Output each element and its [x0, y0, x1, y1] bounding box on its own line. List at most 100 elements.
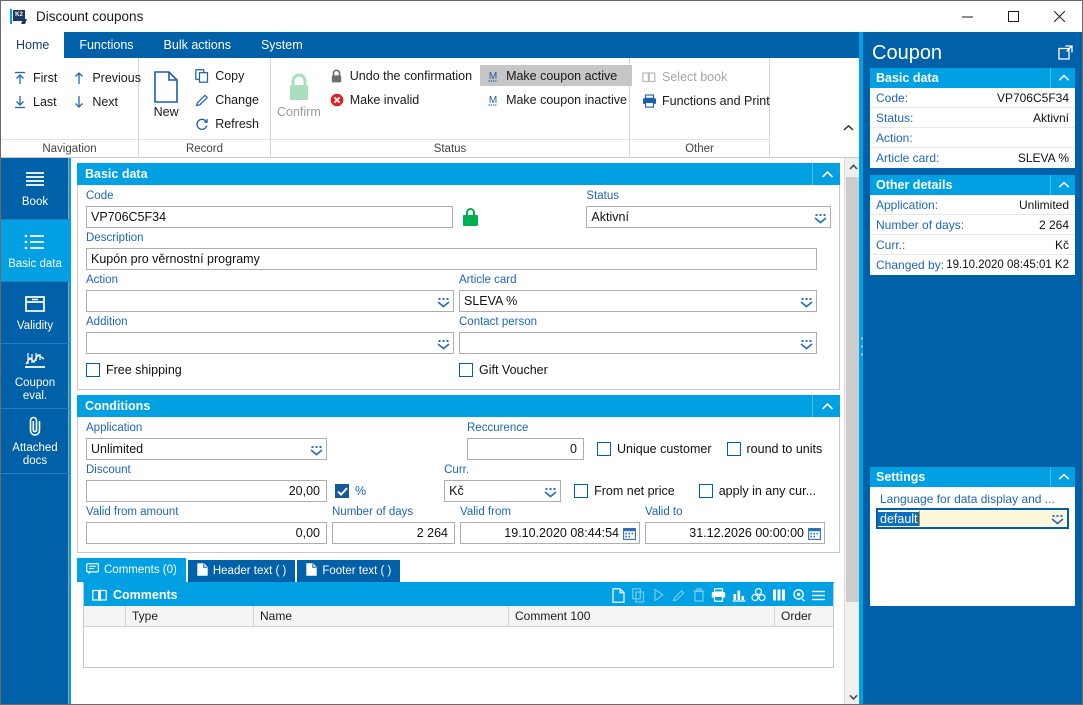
column-header-name[interactable]: Name: [254, 605, 509, 627]
column-header-type[interactable]: Type: [126, 605, 254, 627]
last-button[interactable]: Last: [7, 91, 62, 112]
gift-voucher-checkbox-box[interactable]: [459, 363, 473, 377]
panel-header-conditions[interactable]: Conditions: [77, 395, 840, 417]
refresh-button[interactable]: Refresh: [189, 113, 264, 134]
columns-icon[interactable]: [770, 587, 787, 604]
next-button[interactable]: Next: [66, 91, 146, 112]
checkbox-from-net-price[interactable]: From net price: [574, 480, 675, 502]
make-invalid-button[interactable]: Make invalid: [324, 89, 477, 110]
first-button[interactable]: First: [7, 67, 62, 88]
print-icon[interactable]: [710, 587, 727, 604]
input-article-card[interactable]: SLEVA %: [459, 290, 817, 312]
input-contact-person[interactable]: [459, 332, 817, 354]
tab-header-text[interactable]: Header text ( ): [187, 560, 296, 582]
right-card-header-other-details[interactable]: Other details: [870, 175, 1075, 195]
copy-button[interactable]: Copy: [189, 65, 264, 86]
right-card-collapse-settings[interactable]: [1050, 467, 1070, 487]
new-record-icon[interactable]: [610, 587, 627, 604]
input-description[interactable]: Kupón pro věrnostní programy: [86, 248, 817, 270]
tab-home[interactable]: Home: [1, 32, 65, 58]
input-valid-to[interactable]: 31.12.2026 00:00:00: [645, 522, 825, 544]
close-button[interactable]: [1036, 1, 1082, 32]
new-button[interactable]: New: [145, 63, 187, 133]
checkbox-round-to-units[interactable]: round to units: [726, 438, 822, 460]
functions-and-print-button[interactable]: Functions and Print: [636, 90, 775, 111]
tab-system[interactable]: System: [246, 32, 318, 58]
edit-pencil-icon[interactable]: [670, 587, 687, 604]
sidebar-item-coupon-eval[interactable]: Coupon eval.: [1, 344, 69, 409]
checkbox-unique-customer[interactable]: Unique customer: [597, 438, 712, 460]
molecule-icon[interactable]: [750, 587, 767, 604]
panel-collapse-conditions[interactable]: [812, 395, 834, 417]
input-addition[interactable]: [86, 332, 454, 354]
delete-trash-icon[interactable]: [690, 587, 707, 604]
undo-confirmation-button[interactable]: Undo the confirmation: [324, 65, 477, 86]
hamburger-menu-icon[interactable]: [810, 587, 827, 604]
unique-customer-checkbox-box[interactable]: [597, 442, 611, 456]
free-shipping-checkbox-box[interactable]: [86, 363, 100, 377]
play-icon[interactable]: [650, 587, 667, 604]
tab-comments[interactable]: Comments (0): [77, 558, 186, 582]
sidebar-item-attached-docs[interactable]: Attached docs: [1, 409, 69, 474]
minimize-button[interactable]: [944, 1, 990, 32]
sidebar-item-book[interactable]: Book: [1, 158, 69, 220]
panel-collapse-basic-data[interactable]: [812, 163, 834, 185]
ribbon-collapse-button[interactable]: [841, 121, 855, 135]
previous-button[interactable]: Previous: [66, 67, 146, 88]
application-window: K2 Discount coupons Home Functions Bulk …: [0, 0, 1083, 705]
sidebar-item-validity[interactable]: Validity: [1, 282, 69, 344]
dropdown-arrow-icon[interactable]: [798, 293, 814, 311]
checkbox-free-shipping[interactable]: Free shipping: [86, 359, 459, 381]
input-valid-from[interactable]: 19.10.2020 08:44:54: [460, 522, 640, 544]
tab-bulk-actions[interactable]: Bulk actions: [149, 32, 246, 58]
checkbox-apply-any-currency[interactable]: apply in any cur...: [698, 480, 816, 502]
calendar-icon[interactable]: [807, 526, 821, 541]
apply-any-currency-checkbox-box[interactable]: [698, 484, 713, 498]
percent-checkbox-box[interactable]: [335, 484, 349, 498]
checkbox-percent[interactable]: %: [335, 480, 366, 502]
bar-chart-icon[interactable]: [730, 587, 747, 604]
column-header-order[interactable]: Order: [775, 606, 825, 627]
right-card-header-settings[interactable]: Settings: [870, 467, 1075, 487]
sidebar-item-basic-data[interactable]: Basic data: [1, 220, 69, 282]
confirm-button[interactable]: Confirm: [277, 63, 321, 133]
input-curr[interactable]: Kč: [444, 480, 562, 502]
gear-icon[interactable]: [790, 587, 807, 604]
dropdown-arrow-icon[interactable]: [308, 441, 324, 459]
comments-grid-rows[interactable]: [84, 627, 833, 667]
round-to-units-checkbox-box[interactable]: [726, 442, 741, 456]
popout-icon[interactable]: [1057, 44, 1073, 60]
input-application[interactable]: Unlimited: [86, 438, 327, 460]
right-card-header-basic-data[interactable]: Basic data: [870, 68, 1075, 88]
make-coupon-active-button[interactable]: M Make coupon active: [480, 65, 632, 86]
checkbox-gift-voucher[interactable]: Gift Voucher: [459, 359, 548, 381]
input-discount[interactable]: 20,00: [86, 480, 327, 502]
dropdown-arrow-icon[interactable]: [542, 483, 558, 501]
dropdown-arrow-icon[interactable]: [812, 209, 828, 227]
right-card-collapse-other-details[interactable]: [1050, 175, 1070, 195]
input-code[interactable]: VP706C5F34: [86, 206, 454, 228]
input-status[interactable]: Aktivní: [586, 206, 831, 228]
maximize-button[interactable]: [990, 1, 1036, 32]
column-header-comment[interactable]: Comment 100: [509, 605, 775, 627]
from-net-price-checkbox-box[interactable]: [574, 484, 589, 498]
tab-footer-text[interactable]: Footer text ( ): [297, 560, 401, 582]
change-button[interactable]: Change: [189, 89, 264, 110]
input-action[interactable]: [86, 290, 454, 312]
calendar-icon[interactable]: [622, 526, 636, 541]
copy-record-icon[interactable]: [630, 587, 647, 604]
dropdown-arrow-icon[interactable]: [435, 335, 451, 353]
input-reccurence[interactable]: 0: [467, 438, 584, 460]
settings-language-input[interactable]: default: [876, 508, 1069, 529]
dropdown-arrow-icon[interactable]: [798, 335, 814, 353]
select-book-button[interactable]: Select book: [636, 66, 775, 87]
dropdown-arrow-icon[interactable]: [1049, 511, 1065, 527]
right-card-collapse-basic-data[interactable]: [1050, 68, 1070, 88]
make-coupon-inactive-button[interactable]: M Make coupon inactive: [480, 89, 632, 110]
input-number-of-days[interactable]: 2 264: [332, 522, 455, 544]
column-selector[interactable]: [84, 605, 126, 627]
input-valid-from-amount[interactable]: 0,00: [86, 522, 327, 544]
tab-functions[interactable]: Functions: [64, 32, 148, 58]
dropdown-arrow-icon[interactable]: [435, 293, 451, 311]
panel-header-basic-data[interactable]: Basic data: [77, 163, 840, 185]
